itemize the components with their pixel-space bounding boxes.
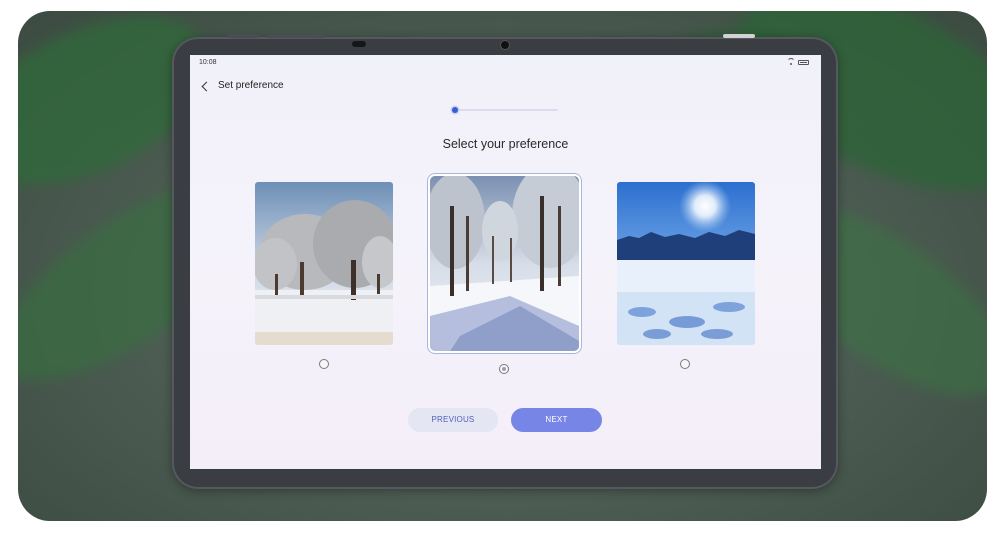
snowy-forest-image[interactable]	[430, 176, 579, 351]
previous-button[interactable]: PREVIOUS	[408, 408, 498, 432]
selection-heading: Select your preference	[442, 137, 569, 151]
snowy-field-sun-image[interactable]	[617, 182, 755, 345]
option-1-radio[interactable]	[319, 359, 329, 369]
progress-track	[456, 109, 558, 111]
volume-button	[228, 34, 258, 38]
step-progress-indicator	[452, 107, 558, 113]
sensor	[352, 41, 366, 47]
status-time: 10:08	[199, 59, 217, 66]
chevron-left-icon	[201, 81, 212, 92]
status-icons	[787, 58, 809, 66]
page-title: Set preference	[218, 80, 284, 91]
power-button	[723, 34, 755, 38]
next-button[interactable]: NEXT	[511, 408, 602, 432]
progress-step-dot	[452, 107, 458, 113]
wifi-icon	[787, 58, 795, 66]
option-3-radio[interactable]	[680, 359, 690, 369]
battery-icon	[798, 59, 809, 65]
winter-trees-image[interactable]	[255, 182, 393, 345]
option-2-radio[interactable]	[499, 364, 509, 374]
back-button[interactable]	[199, 79, 213, 95]
tablet-screen: 10:08 Set preference Select your prefere…	[190, 55, 821, 469]
volume-button	[266, 34, 326, 38]
front-camera	[501, 41, 509, 49]
